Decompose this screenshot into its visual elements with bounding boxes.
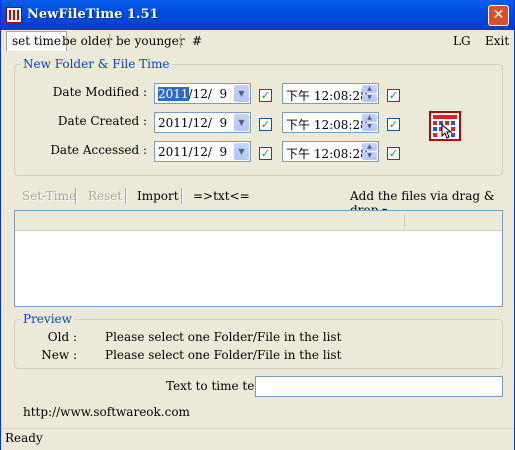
website-link[interactable]: http://www.softwareok.com [23,405,190,419]
title-bar: NewFileTime 1.51 ✕ [1,0,514,30]
menu-exit[interactable]: Exit [480,33,514,49]
calendar-dropdown-icon[interactable]: ▼ [234,85,249,102]
menu-separator [109,34,110,48]
date-modified-time-picker[interactable]: 下午 12:08:28 ▲ ▼ [282,83,379,104]
date-rest: /12/ 9 [188,87,228,101]
spin-up-icon[interactable]: ▲ [362,143,377,151]
spin-down-icon[interactable]: ▼ [362,94,377,102]
status-text: Ready [5,431,43,445]
group-title: Preview [21,312,74,326]
text-to-time-input[interactable] [255,376,503,397]
toolbar-separator [125,188,127,204]
date-year-selected: 2011 [158,87,189,101]
time-spinner[interactable]: ▲ ▼ [362,85,377,102]
menu-separator [180,34,181,48]
tab-hash[interactable]: # [187,33,207,49]
set-time-button[interactable]: Set-Time [22,189,76,203]
calendar-dropdown-icon[interactable]: ▼ [234,143,249,160]
date-accessed-time-picker[interactable]: 下午 12:08:28 ▲ ▼ [282,141,379,162]
import-button[interactable]: Import [137,189,179,203]
date-accessed-date-checkbox[interactable]: ✓ [259,147,272,160]
date-created-time-picker[interactable]: 下午 12:08:28 ▲ ▼ [282,112,379,133]
toolbar-separator [75,188,77,204]
time-spinner[interactable]: ▲ ▼ [362,143,377,160]
app-icon [6,7,22,23]
spin-down-icon[interactable]: ▼ [362,123,377,131]
date-created-date-checkbox[interactable]: ✓ [259,118,272,131]
time-value: 下午 12:08:28 [286,118,368,132]
date-created-label: Date Created : [57,114,147,128]
time-spinner[interactable]: ▲ ▼ [362,114,377,131]
file-list[interactable] [14,210,503,307]
date-accessed-time-checkbox[interactable]: ✓ [387,147,400,160]
list-header[interactable] [15,211,502,231]
spin-down-icon[interactable]: ▼ [362,152,377,160]
status-bar: Ready [1,428,514,450]
date-modified-date-checkbox[interactable]: ✓ [259,89,272,102]
calendar-dropdown-icon[interactable]: ▼ [234,114,249,131]
group-title: New Folder & File Time [21,57,172,71]
reset-button[interactable]: Reset [88,189,122,203]
date-modified-label: Date Modified : [52,85,147,99]
date-value: 2011/12/ 9 [158,145,228,159]
menu-lg[interactable]: LG [448,33,476,49]
time-value: 下午 12:08:28 [286,147,368,161]
preview-old-value: Please select one Folder/File in the lis… [105,330,342,344]
column-divider[interactable] [404,214,405,227]
date-created-time-checkbox[interactable]: ✓ [387,118,400,131]
txt-button[interactable]: =>txt<= [193,189,250,203]
close-button[interactable]: ✕ [488,5,509,26]
preview-new-value: Please select one Folder/File in the lis… [105,348,342,362]
spin-up-icon[interactable]: ▲ [362,85,377,93]
date-accessed-label: Date Accessed : [50,143,147,157]
preview-new-label: New : [41,348,77,362]
spin-up-icon[interactable]: ▲ [362,114,377,122]
menu-bar: set time be older be younger # LG Exit [1,30,514,52]
date-value: 2011/12/ 9 [158,87,227,101]
date-created-date-picker[interactable]: 2011/12/ 9 ▼ [154,112,251,133]
date-modified-time-checkbox[interactable]: ✓ [387,89,400,102]
date-modified-date-picker[interactable]: 2011/12/ 9 ▼ [154,83,251,104]
preview-old-label: Old : [47,330,77,344]
toolbar-separator [181,188,183,204]
time-value: 下午 12:08:28 [286,89,368,103]
touch-file-icon[interactable] [429,111,461,141]
tab-be-younger[interactable]: be younger [111,33,190,49]
app-window: NewFileTime 1.51 ✕ set time be older be … [0,0,515,450]
date-value: 2011/12/ 9 [158,116,228,130]
window-title: NewFileTime 1.51 [27,7,159,22]
date-accessed-date-picker[interactable]: 2011/12/ 9 ▼ [154,141,251,162]
